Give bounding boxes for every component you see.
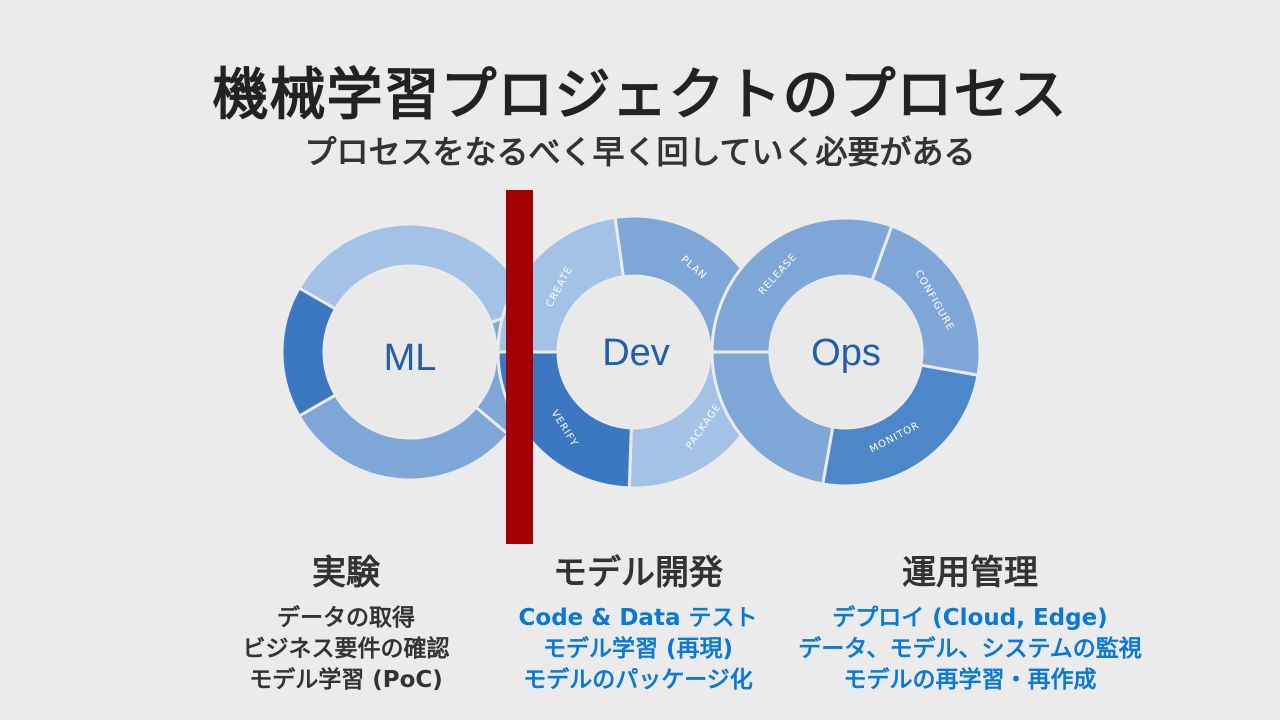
operations-list: デプロイ (Cloud, Edge) データ、モデル、システムの監視 モデルの再… [760,603,1180,696]
ops-label: Ops [811,332,881,374]
list-item: モデルの再学習・再作成 [843,667,1097,693]
dev-label: Dev [602,332,670,374]
list-item: データ、モデル、システムの監視 [798,636,1142,662]
list-item: デプロイ (Cloud, Edge) [832,605,1108,631]
operations-heading: 運用管理 [902,553,1038,593]
ml-label: ML [384,337,437,379]
model-dev-heading: モデル開発 [553,553,723,593]
phase-divider [506,190,533,544]
experiment-heading: 実験 [312,553,380,593]
